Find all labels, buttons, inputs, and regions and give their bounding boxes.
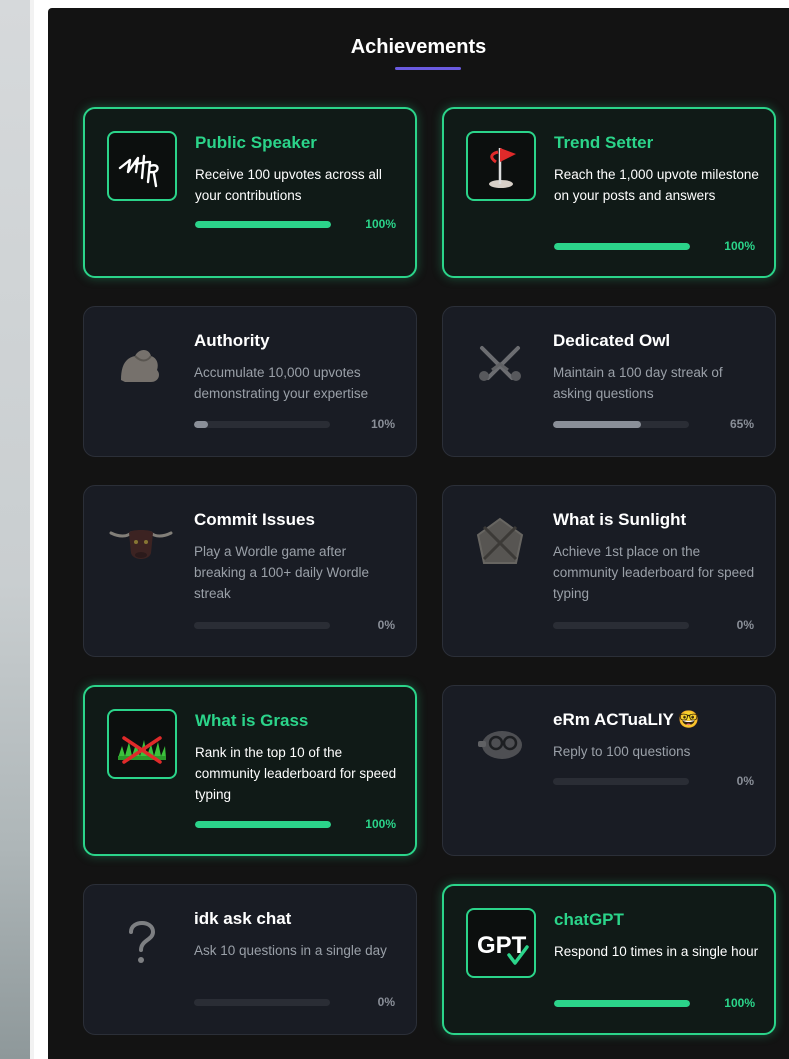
progress-bar bbox=[194, 421, 330, 428]
flexed-arm-icon bbox=[106, 329, 176, 399]
progress-bar bbox=[194, 999, 330, 1006]
progress-bar-fill bbox=[554, 243, 690, 250]
crossed-swords-icon bbox=[465, 329, 535, 399]
nerd-face-emoji-icon: 🤓 bbox=[678, 710, 700, 729]
achievement-card-idk-ask-chat[interactable]: idk ask chat Ask 10 questions in a singl… bbox=[83, 884, 417, 1035]
progress-bar-fill bbox=[553, 421, 642, 428]
achievement-title: Public Speaker bbox=[195, 133, 317, 152]
progress-bar-fill bbox=[195, 221, 331, 228]
progress-bar bbox=[554, 243, 690, 250]
achievement-card-public-speaker[interactable]: Public Speaker Receive 100 upvotes acros… bbox=[83, 107, 417, 278]
progress-percent: 10% bbox=[370, 417, 395, 431]
achievement-title: What is Sunlight bbox=[553, 510, 687, 529]
achievement-description: Receive 100 upvotes across all your cont… bbox=[195, 167, 382, 203]
progress-bar bbox=[195, 221, 331, 228]
progress-bar bbox=[553, 421, 689, 428]
golf-flag-icon bbox=[466, 131, 536, 201]
progress-bar-fill bbox=[554, 1000, 690, 1007]
achievement-title: Commit Issues bbox=[194, 510, 315, 529]
crossed-out-grass-icon bbox=[107, 709, 177, 779]
achievement-title: Trend Setter bbox=[554, 133, 654, 152]
bull-head-icon bbox=[106, 508, 176, 578]
achievement-description: Maintain a 100 day streak of asking ques… bbox=[553, 365, 723, 401]
progress-bar bbox=[553, 622, 689, 629]
progress-percent: 100% bbox=[365, 817, 396, 831]
panel-title: Achievements bbox=[350, 36, 487, 58]
gpt-check-icon: GPT bbox=[466, 908, 536, 978]
achievement-title: eRm ACTuaLIY 🤓 bbox=[553, 710, 700, 730]
achievement-description: Ask 10 questions in a single day bbox=[194, 943, 387, 958]
progress-percent: 0% bbox=[377, 618, 395, 632]
progress-percent: 0% bbox=[736, 618, 754, 632]
progress-bar-fill bbox=[194, 421, 208, 428]
achievement-title: Authority bbox=[194, 331, 270, 350]
achievement-title: Dedicated Owl bbox=[553, 331, 671, 350]
achievement-description: Respond 10 times in a single hour bbox=[554, 944, 759, 959]
achievement-card-what-is-sunlight[interactable]: What is Sunlight Achieve 1st place on th… bbox=[442, 485, 776, 657]
achievement-title: idk ask chat bbox=[194, 909, 292, 928]
achievement-title: What is Grass bbox=[195, 711, 309, 730]
achievement-card-what-is-grass[interactable]: What is Grass Rank in the top 10 of the … bbox=[83, 685, 417, 856]
achievement-card-trend-setter[interactable]: Trend Setter Reach the 1,000 upvote mile… bbox=[442, 107, 776, 278]
achievement-description: Achieve 1st place on the community leade… bbox=[553, 544, 755, 601]
progress-percent: 0% bbox=[736, 774, 754, 788]
progress-percent: 100% bbox=[724, 239, 755, 253]
achievements-panel: Achievements Public Speaker Receive 100 … bbox=[48, 8, 789, 1059]
progress-percent: 100% bbox=[724, 996, 755, 1010]
achievement-description: Accumulate 10,000 upvotes demonstrating … bbox=[194, 365, 369, 401]
achievement-description: Play a Wordle game after breaking a 100+… bbox=[194, 544, 369, 601]
achievement-card-authority[interactable]: Authority Accumulate 10,000 upvotes demo… bbox=[83, 306, 417, 457]
crossed-shield-icon bbox=[465, 508, 535, 578]
progress-bar bbox=[554, 1000, 690, 1007]
scribble-icon bbox=[107, 131, 177, 201]
achievement-title-text: eRm ACTuaLIY bbox=[553, 710, 674, 729]
progress-bar bbox=[553, 778, 689, 785]
achievement-description: Reach the 1,000 upvote milestone on your… bbox=[554, 167, 759, 203]
achievement-card-commit-issues[interactable]: Commit Issues Play a Wordle game after b… bbox=[83, 485, 417, 657]
progress-bar-fill bbox=[195, 821, 331, 828]
progress-percent: 100% bbox=[365, 217, 396, 231]
achievement-card-erm-actually[interactable]: eRm ACTuaLIY 🤓 Reply to 100 questions 0% bbox=[442, 685, 776, 856]
achievement-card-chatgpt[interactable]: GPT chatGPT Respond 10 times in a single… bbox=[442, 884, 776, 1035]
progress-percent: 65% bbox=[729, 417, 754, 431]
achievement-description: Reply to 100 questions bbox=[553, 744, 691, 759]
achievement-card-dedicated-owl[interactable]: Dedicated Owl Maintain a 100 day streak … bbox=[442, 306, 776, 457]
progress-percent: 0% bbox=[377, 995, 395, 1009]
background-image-strip bbox=[0, 0, 34, 1059]
progress-bar bbox=[195, 821, 331, 828]
achievement-description: Rank in the top 10 of the community lead… bbox=[195, 745, 397, 802]
progress-bar bbox=[194, 622, 330, 629]
achievement-title: chatGPT bbox=[554, 910, 624, 929]
title-underline bbox=[395, 67, 461, 70]
question-mark-icon bbox=[106, 907, 176, 977]
nerd-glasses-icon bbox=[465, 708, 535, 778]
